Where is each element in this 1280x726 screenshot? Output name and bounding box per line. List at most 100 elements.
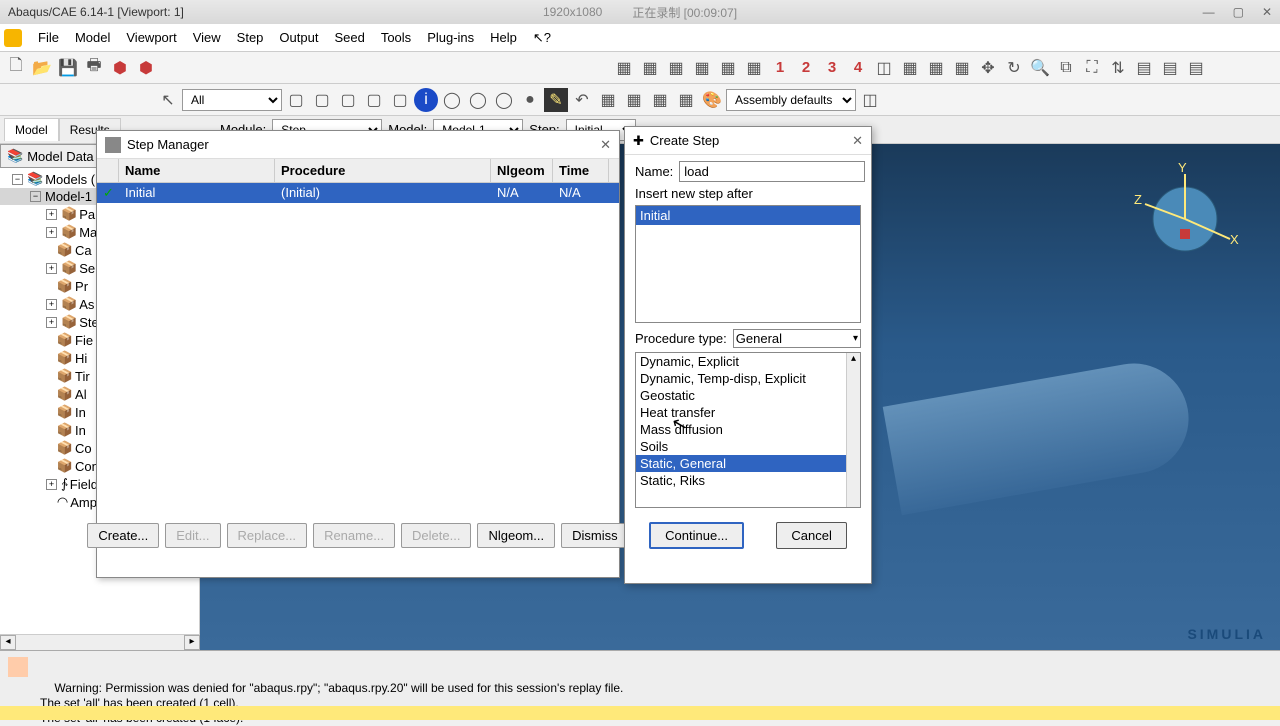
circ3-icon[interactable]: ◯ (492, 88, 516, 112)
delete-button[interactable]: Delete... (401, 523, 471, 548)
sel5-icon[interactable]: ▢ (388, 88, 412, 112)
sel2-icon[interactable]: ▢ (310, 88, 334, 112)
menu-tools[interactable]: Tools (373, 26, 419, 49)
scroll-left-icon[interactable]: ◂ (0, 635, 16, 650)
db-icon[interactable]: ⬢ (108, 56, 132, 80)
print-icon[interactable]: 🖶 (82, 56, 106, 80)
grid3-icon[interactable]: ▤ (1184, 56, 1208, 80)
sel1-icon[interactable]: ▢ (284, 88, 308, 112)
view-yz-icon[interactable]: ▦ (664, 56, 688, 80)
cancel-button[interactable]: Cancel (776, 522, 846, 549)
minimize-icon[interactable]: — (1203, 5, 1215, 19)
toolbar-context: ↖ All ▢ ▢ ▢ ▢ ▢ i ◯ ◯ ◯ ● ✎ ↶ ▦ ▦ ▦ ▦ 🎨 … (0, 84, 1280, 116)
tab-model[interactable]: Model (4, 118, 59, 141)
scroll-right-icon[interactable]: ▸ (184, 635, 200, 650)
model-geometry (883, 355, 1198, 515)
tree-hscroll[interactable]: ◂ ▸ (0, 634, 200, 650)
pan-icon[interactable]: ✥ (976, 56, 1000, 80)
render-icon[interactable]: ▦ (898, 56, 922, 80)
view-iso2-icon[interactable]: ▦ (716, 56, 740, 80)
layout-icon[interactable]: ▦ (648, 88, 672, 112)
save-icon[interactable]: 💾 (56, 56, 80, 80)
continue-button[interactable]: Continue... (649, 522, 744, 549)
cycle-icon[interactable]: ⇅ (1106, 56, 1130, 80)
scrollbar[interactable]: ▴ (846, 353, 860, 507)
insert-after-initial[interactable]: Initial (636, 206, 860, 225)
insert-after-list[interactable]: Initial (635, 205, 861, 323)
assembly-defaults-select[interactable]: Assembly defaults (726, 89, 856, 111)
replace-button[interactable]: Replace... (227, 523, 308, 548)
view-iso-icon[interactable]: ▦ (690, 56, 714, 80)
menu-model[interactable]: Model (67, 26, 118, 49)
view-preset-1[interactable]: 1 (768, 56, 792, 80)
circ2-icon[interactable]: ◯ (466, 88, 490, 112)
persp-icon[interactable]: ◫ (872, 56, 896, 80)
view-preset-2[interactable]: 2 (794, 56, 818, 80)
step-row-initial[interactable]: ✓ Initial (Initial) N/A N/A (97, 183, 619, 203)
render3-icon[interactable]: ▦ (950, 56, 974, 80)
layout2-icon[interactable]: ▦ (674, 88, 698, 112)
dismiss-button[interactable]: Dismiss (561, 523, 629, 548)
pointer-icon[interactable]: ↖ (156, 88, 180, 112)
edit-button[interactable]: Edit... (165, 523, 220, 548)
menu-output[interactable]: Output (271, 26, 326, 49)
view-xz-icon[interactable]: ▦ (638, 56, 662, 80)
menu-seed[interactable]: Seed (326, 26, 372, 49)
highlight-icon[interactable]: ✎ (544, 88, 568, 112)
close-icon[interactable]: ✕ (1262, 5, 1272, 19)
table-icon[interactable]: ▦ (596, 88, 620, 112)
procedure-type-label: Procedure type: (635, 331, 727, 346)
menu-plugins[interactable]: Plug-ins (419, 26, 482, 49)
menu-view[interactable]: View (185, 26, 229, 49)
proc-static-riks[interactable]: Static, Riks (636, 472, 860, 489)
name-input[interactable] (679, 161, 865, 182)
circ1-icon[interactable]: ◯ (440, 88, 464, 112)
sel4-icon[interactable]: ▢ (362, 88, 386, 112)
proc-static-general[interactable]: Static, General (636, 455, 860, 472)
view-iso3-icon[interactable]: ▦ (742, 56, 766, 80)
create-button[interactable]: Create... (87, 523, 159, 548)
help-cursor-icon[interactable]: ↖? (525, 26, 559, 50)
zoom-icon[interactable]: 🔍 (1028, 56, 1052, 80)
proc-mass-diffusion[interactable]: Mass diffusion (636, 421, 860, 438)
render2-icon[interactable]: ▦ (924, 56, 948, 80)
proc-soils[interactable]: Soils (636, 438, 860, 455)
table2-icon[interactable]: ▦ (622, 88, 646, 112)
grid-icon[interactable]: ▤ (1132, 56, 1156, 80)
app-icon (4, 29, 22, 47)
maximize-icon[interactable]: ▢ (1233, 5, 1244, 19)
nlgeom-button[interactable]: Nlgeom... (477, 523, 555, 548)
view-xy-icon[interactable]: ▦ (612, 56, 636, 80)
sel3-icon[interactable]: ▢ (336, 88, 360, 112)
undo-icon[interactable]: ↶ (570, 88, 594, 112)
create-step-title-bar[interactable]: ✚ Create Step ✕ (625, 127, 871, 155)
color-icon[interactable]: 🎨 (700, 88, 724, 112)
rotate-icon[interactable]: ↻ (1002, 56, 1026, 80)
db2-icon[interactable]: ⬢ (134, 56, 158, 80)
command-line[interactable] (0, 706, 1280, 720)
new-icon[interactable]: 🗋 (4, 56, 28, 80)
close-icon[interactable]: ✕ (852, 133, 863, 149)
zoom-box-icon[interactable]: ⧉ (1054, 56, 1078, 80)
proc-dynamic-temp-disp[interactable]: Dynamic, Temp-disp, Explicit (636, 370, 860, 387)
procedure-type-select[interactable]: General▾ (733, 329, 861, 348)
procedure-list[interactable]: Dynamic, Explicit Dynamic, Temp-disp, Ex… (635, 352, 861, 508)
rename-button[interactable]: Rename... (313, 523, 395, 548)
proc-geostatic[interactable]: Geostatic (636, 387, 860, 404)
filter-select[interactable]: All (182, 89, 282, 111)
close-icon[interactable]: ✕ (600, 137, 611, 153)
cube-icon[interactable]: ◫ (858, 88, 882, 112)
fit-icon[interactable]: ⛶ (1080, 56, 1104, 80)
menu-help[interactable]: Help (482, 26, 525, 49)
menu-step[interactable]: Step (229, 26, 272, 49)
view-preset-3[interactable]: 3 (820, 56, 844, 80)
step-manager-title-bar[interactable]: Step Manager ✕ (97, 131, 619, 159)
circ4-icon[interactable]: ● (518, 88, 542, 112)
menu-viewport[interactable]: Viewport (118, 26, 184, 49)
open-icon[interactable]: 📂 (30, 56, 54, 80)
info-icon[interactable]: i (414, 88, 438, 112)
view-preset-4[interactable]: 4 (846, 56, 870, 80)
proc-dynamic-explicit[interactable]: Dynamic, Explicit (636, 353, 860, 370)
grid2-icon[interactable]: ▤ (1158, 56, 1182, 80)
menu-file[interactable]: File (30, 26, 67, 49)
